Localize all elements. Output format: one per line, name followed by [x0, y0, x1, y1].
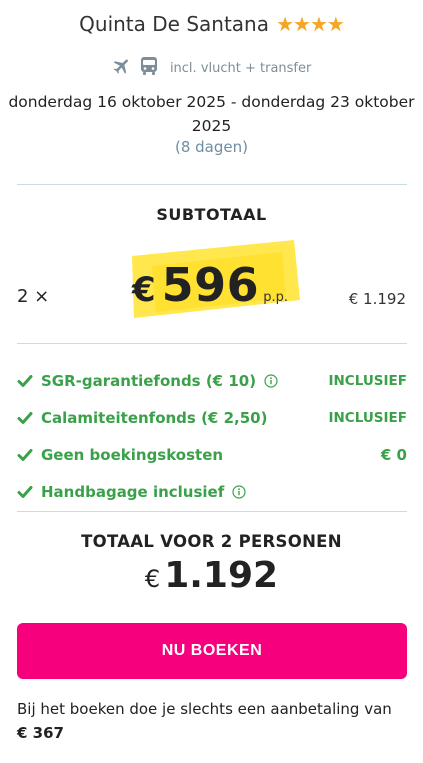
check-icon [17, 374, 33, 387]
features-list: SGR-garantiefonds (€ 10) INCLUSIEF Calam… [17, 362, 407, 510]
divider [17, 511, 407, 512]
total-price: €1.192 [0, 555, 423, 596]
hotel-name: Quinta De Santana [79, 12, 269, 36]
deposit-amount: € 367 [17, 724, 64, 742]
feature-label: Handbagage inclusief [41, 482, 225, 501]
feature-label: SGR-garantiefonds (€ 10) [41, 371, 257, 390]
price-amount: 596 [161, 258, 260, 312]
check-icon [17, 485, 33, 498]
subtotal-title: SUBTOTAAL [156, 205, 267, 224]
check-icon [17, 448, 33, 461]
trip-dates: donderdag 16 oktober 2025 - donderdag 23… [8, 93, 415, 135]
check-icon [17, 411, 33, 424]
subtotal-total: € 1.192 [348, 290, 406, 308]
trip-duration: (8 dagen) [175, 138, 248, 156]
list-item: Handbagage inclusief [17, 473, 407, 510]
info-icon[interactable] [264, 373, 278, 388]
transport-text: incl. vlucht + transfer [169, 60, 312, 76]
feature-label: Calamiteitenfonds (€ 2,50) [41, 408, 268, 427]
feature-value: INCLUSIEF [328, 372, 407, 389]
total-currency: € [144, 565, 161, 593]
transport-info: incl. vlucht + transfer [0, 56, 423, 80]
feature-value: € 0 [380, 445, 407, 464]
price-currency: € [132, 270, 156, 310]
deposit-note: Bij het boeken doe je slechts een aanbet… [17, 697, 412, 745]
star-icon: ★ [326, 12, 345, 36]
per-person-label: p.p. [263, 290, 288, 305]
list-item: Calamiteitenfonds (€ 2,50) INCLUSIEF [17, 399, 407, 436]
bus-icon [140, 56, 158, 80]
list-item: Geen boekingskosten € 0 [17, 436, 407, 473]
list-item: SGR-garantiefonds (€ 10) INCLUSIEF [17, 362, 407, 399]
quantity: 2 × [17, 286, 50, 307]
feature-label: Geen boekingskosten [41, 445, 224, 464]
star-icon: ★ [276, 12, 294, 36]
total-amount: 1.192 [164, 555, 279, 596]
deposit-text: Bij het boeken doe je slechts een aanbet… [17, 700, 392, 718]
total-title: TOTAAL VOOR 2 PERSONEN [81, 532, 342, 551]
star-icon: ★ [293, 12, 311, 36]
star-rating: ★★★★ [276, 12, 345, 36]
info-icon[interactable] [232, 484, 246, 499]
divider [17, 184, 407, 185]
airplane-icon [112, 56, 132, 80]
book-now-button[interactable]: NU BOEKEN [17, 623, 407, 679]
hotel-header: Quinta De Santana ★★★★ [0, 12, 423, 36]
star-icon: ★ [309, 12, 328, 36]
price-per-person: €596 p.p. [120, 232, 310, 327]
divider [17, 343, 407, 344]
feature-value: INCLUSIEF [328, 409, 407, 426]
